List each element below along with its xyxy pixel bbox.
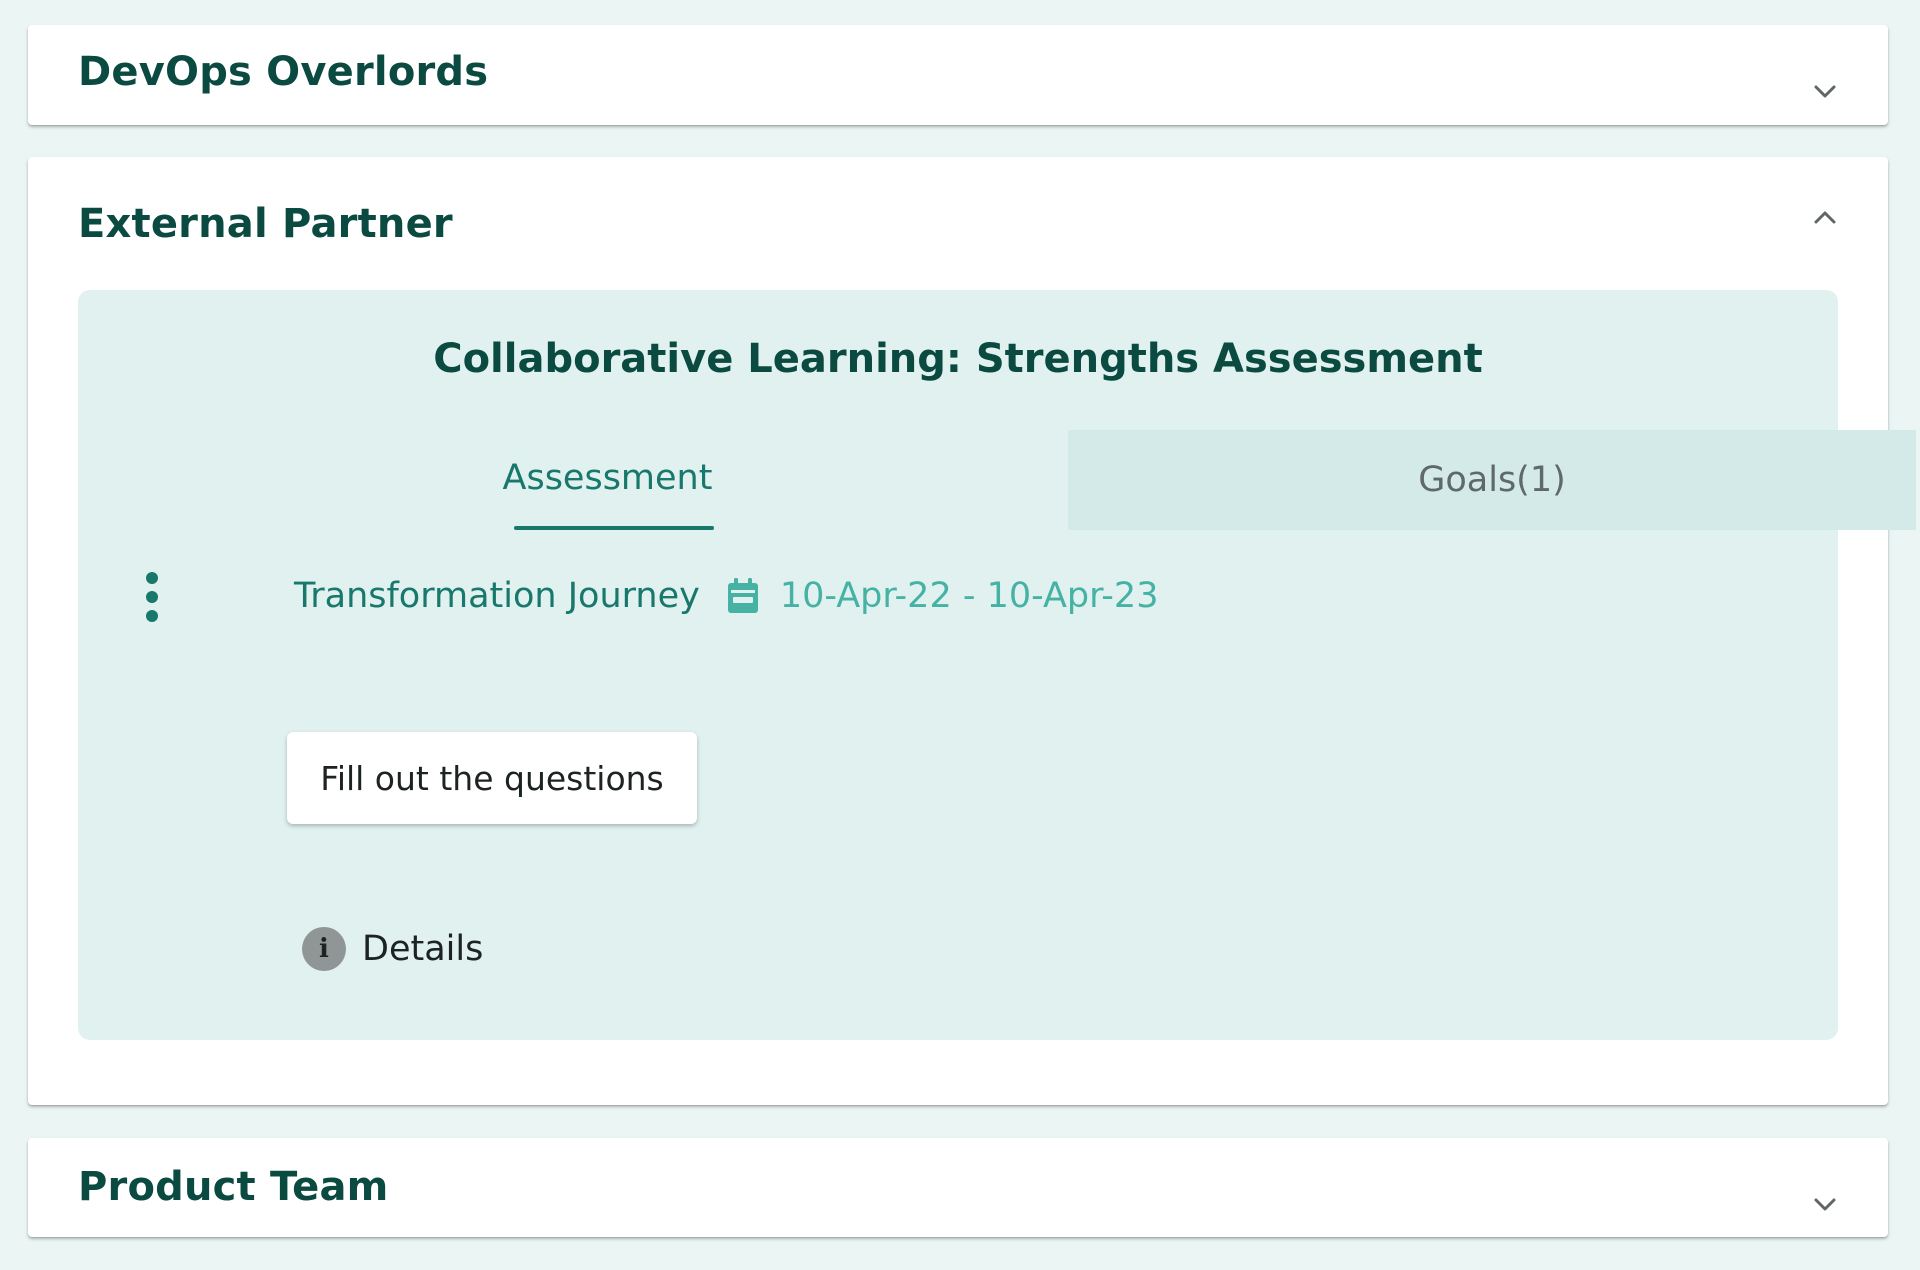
- chevron-down-icon[interactable]: [1810, 77, 1840, 107]
- calendar-icon: [726, 577, 760, 615]
- journey-dates: 10-Apr-22 - 10-Apr-23: [779, 576, 1159, 616]
- panel-header-devops-overlords[interactable]: DevOps Overlords: [28, 25, 1888, 125]
- more-vertical-icon[interactable]: [140, 572, 164, 622]
- panel-product-team: Product Team: [28, 1138, 1888, 1237]
- chevron-up-icon[interactable]: [1810, 202, 1840, 232]
- assessment-card: Collaborative Learning: Strengths Assess…: [78, 290, 1916, 1040]
- panel-devops-overlords: DevOps Overlords: [28, 25, 1888, 125]
- chevron-down-icon[interactable]: [1810, 1190, 1840, 1220]
- panel-external-partner: External Partner Collaborative Learning:…: [28, 157, 1916, 1105]
- tab-bar: Assessment Goals(1): [220, 430, 1916, 530]
- journey-row: Transformation Journey 10-Apr-22 - 10-Ap…: [294, 566, 1158, 626]
- panel-header-external-partner[interactable]: External Partner: [28, 157, 1888, 257]
- active-tab-indicator: [514, 526, 714, 530]
- panel-header-product-team[interactable]: Product Team: [28, 1138, 1888, 1238]
- details-link[interactable]: i Details: [302, 924, 483, 974]
- details-label: Details: [362, 929, 484, 969]
- tab-goals-label: Goals(1): [1418, 460, 1566, 500]
- journey-name: Transformation Journey: [294, 576, 700, 616]
- card-title: Collaborative Learning: Strengths Assess…: [433, 336, 1483, 382]
- tab-assessment-label: Assessment: [502, 458, 713, 498]
- panel-title: DevOps Overlords: [78, 49, 489, 95]
- tab-goals[interactable]: Goals(1): [1068, 430, 1916, 530]
- tab-assessment[interactable]: Assessment: [220, 430, 995, 530]
- panel-title: External Partner: [78, 201, 453, 247]
- info-icon: i: [302, 927, 346, 971]
- fill-out-questions-button[interactable]: Fill out the questions: [287, 732, 697, 824]
- panel-title: Product Team: [78, 1164, 389, 1210]
